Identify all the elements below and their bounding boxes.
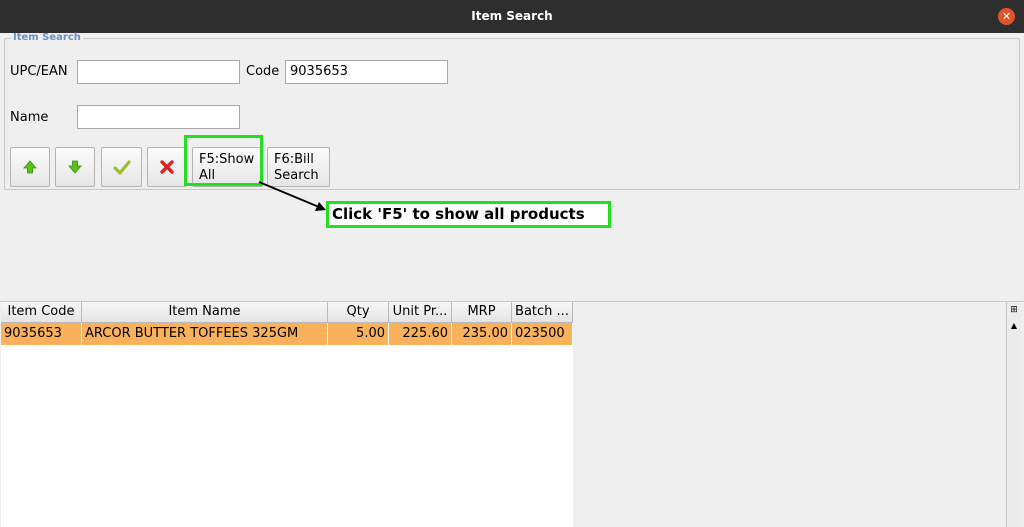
item-search-group: Item Search UPC/EAN Code 9035653 Name F5…	[4, 33, 1020, 190]
move-up-button[interactable]	[10, 147, 50, 187]
group-legend: Item Search	[11, 32, 83, 43]
cancel-button[interactable]	[147, 147, 187, 187]
upc-input[interactable]	[77, 60, 240, 84]
name-input[interactable]	[77, 105, 240, 129]
code-label: Code	[246, 64, 280, 79]
upc-label: UPC/EAN	[10, 64, 68, 79]
column-header-batch[interactable]: Batch ...	[512, 302, 573, 323]
vertical-scrollbar[interactable]: ⊞ ▲	[1006, 302, 1021, 527]
code-input[interactable]: 9035653	[285, 60, 448, 84]
column-header-item-code[interactable]: Item Code	[1, 302, 82, 323]
table-row-cell-qty[interactable]: 5.00	[328, 323, 389, 345]
column-header-item-name[interactable]: Item Name	[82, 302, 328, 323]
results-table: Item Code Item Name Qty Unit Pr... MRP B…	[1, 302, 573, 527]
column-header-qty[interactable]: Qty	[328, 302, 389, 323]
ok-button[interactable]	[101, 147, 142, 187]
table-row-cell-item-name[interactable]: ARCOR BUTTER TOFFEES 325GM	[82, 323, 328, 345]
arrow-up-icon	[23, 160, 37, 174]
annotation-callout: Click 'F5' to show all products	[326, 201, 611, 228]
title-bar: Item Search ✕	[0, 0, 1024, 33]
show-all-highlight	[184, 135, 263, 186]
results-area: Item Code Item Name Qty Unit Pr... MRP B…	[0, 301, 1024, 527]
window-title: Item Search	[471, 9, 553, 23]
column-header-unit-price[interactable]: Unit Pr...	[389, 302, 452, 323]
column-control-icon[interactable]: ⊞	[1008, 304, 1020, 316]
table-row-cell-item-code[interactable]: 9035653	[1, 323, 82, 345]
table-row-cell-batch[interactable]: 023500	[512, 323, 573, 345]
scroll-up-icon[interactable]: ▲	[1008, 320, 1020, 332]
table-row-cell-mrp[interactable]: 235.00	[452, 323, 512, 345]
table-row-cell-unit-price[interactable]: 225.60	[389, 323, 452, 345]
arrow-down-icon	[68, 160, 82, 174]
column-header-mrp[interactable]: MRP	[452, 302, 512, 323]
close-icon[interactable]: ✕	[998, 8, 1015, 25]
item-search-window: Item Search UPC/EAN Code 9035653 Name F5…	[0, 33, 1024, 527]
move-down-button[interactable]	[55, 147, 95, 187]
annotation-arrow	[258, 181, 326, 211]
checkmark-icon	[112, 160, 131, 175]
name-label: Name	[10, 110, 49, 125]
cross-icon	[160, 160, 174, 174]
